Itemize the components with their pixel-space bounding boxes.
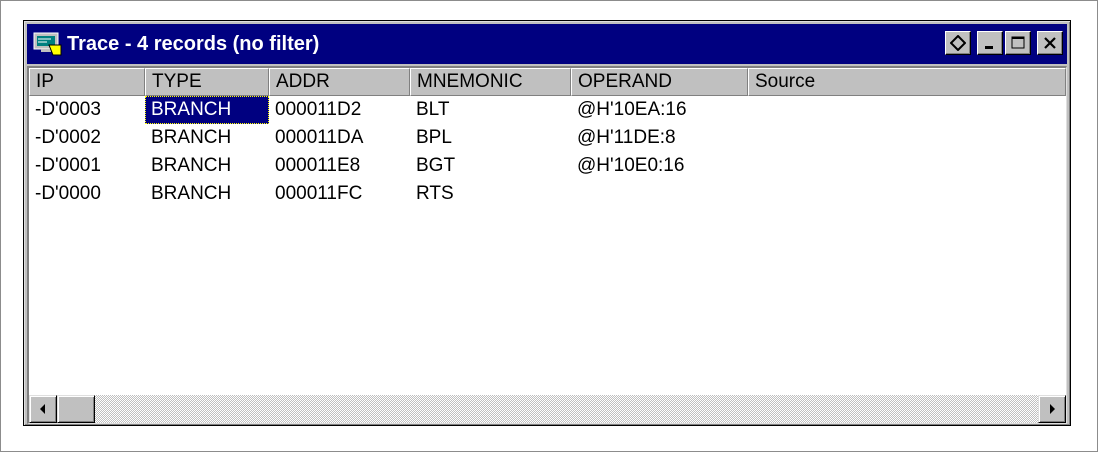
scrollbar-thumb[interactable]	[57, 395, 95, 423]
cell-addr: 000011FC	[275, 183, 363, 204]
column-header-source[interactable]: Source	[748, 68, 1066, 96]
table-row[interactable]: -D'0003 BRANCH 000011D2 BLT @H'10EA:16	[29, 96, 1066, 124]
cell-source	[748, 124, 1066, 152]
cell-type: BRANCH	[151, 127, 232, 148]
cell-addr: 000011D2	[275, 99, 362, 120]
close-icon[interactable]	[1037, 31, 1063, 55]
cell-addr: 000011DA	[275, 127, 364, 148]
column-header-type[interactable]: TYPE	[145, 68, 269, 96]
cell-ip: -D'0003	[35, 99, 101, 120]
cell-operand: @H'10E0:16	[577, 155, 685, 176]
cell-source	[748, 152, 1066, 180]
diamond-icon[interactable]	[945, 31, 971, 55]
cell-ip: -D'0001	[35, 155, 101, 176]
trace-list[interactable]: IP TYPE ADDR MNEMONIC OPERAND Source -D'…	[27, 66, 1067, 424]
cell-mnemonic: BLT	[416, 99, 450, 120]
column-header: IP TYPE ADDR MNEMONIC OPERAND Source	[29, 68, 1066, 96]
column-header-mnemonic[interactable]: MNEMONIC	[410, 68, 571, 96]
cell-type: BRANCH	[151, 183, 232, 204]
window-title: Trace - 4 records (no filter)	[67, 32, 320, 55]
cell-operand: @H'11DE:8	[577, 127, 676, 148]
scroll-left-arrow-icon[interactable]	[29, 395, 57, 423]
cell-mnemonic: BGT	[416, 155, 456, 176]
trace-rows: -D'0003 BRANCH 000011D2 BLT @H'10EA:16 -…	[29, 96, 1066, 208]
cell-operand: @H'10EA:16	[577, 99, 687, 120]
horizontal-scrollbar[interactable]	[29, 395, 1066, 423]
maximize-icon[interactable]	[1005, 31, 1031, 55]
cell-source	[748, 96, 1066, 124]
trace-window: Trace - 4 records (no filter) IP TYPE AD…	[23, 20, 1071, 426]
scrollbar-track[interactable]	[95, 395, 1038, 423]
cell-type[interactable]: BRANCH	[145, 96, 269, 124]
table-row[interactable]: -D'0002 BRANCH 000011DA BPL @H'11DE:8	[29, 124, 1066, 152]
column-header-operand[interactable]: OPERAND	[571, 68, 748, 96]
cell-source	[748, 180, 1066, 208]
cell-addr: 000011E8	[275, 155, 361, 176]
cell-type: BRANCH	[151, 155, 232, 176]
scroll-right-arrow-icon[interactable]	[1038, 395, 1066, 423]
cell-ip: -D'0002	[35, 127, 101, 148]
minimize-icon[interactable]	[977, 31, 1003, 55]
cell-mnemonic: BPL	[416, 127, 452, 148]
table-row[interactable]: -D'0001 BRANCH 000011E8 BGT @H'10E0:16	[29, 152, 1066, 180]
table-row[interactable]: -D'0000 BRANCH 000011FC RTS	[29, 180, 1066, 208]
cell-mnemonic: RTS	[416, 183, 454, 204]
trace-window-icon[interactable]	[33, 31, 63, 57]
column-header-addr[interactable]: ADDR	[269, 68, 410, 96]
cell-ip: -D'0000	[35, 183, 101, 204]
title-bar[interactable]: Trace - 4 records (no filter)	[27, 24, 1067, 64]
cell-operand	[571, 180, 748, 208]
column-header-ip[interactable]: IP	[29, 68, 145, 96]
